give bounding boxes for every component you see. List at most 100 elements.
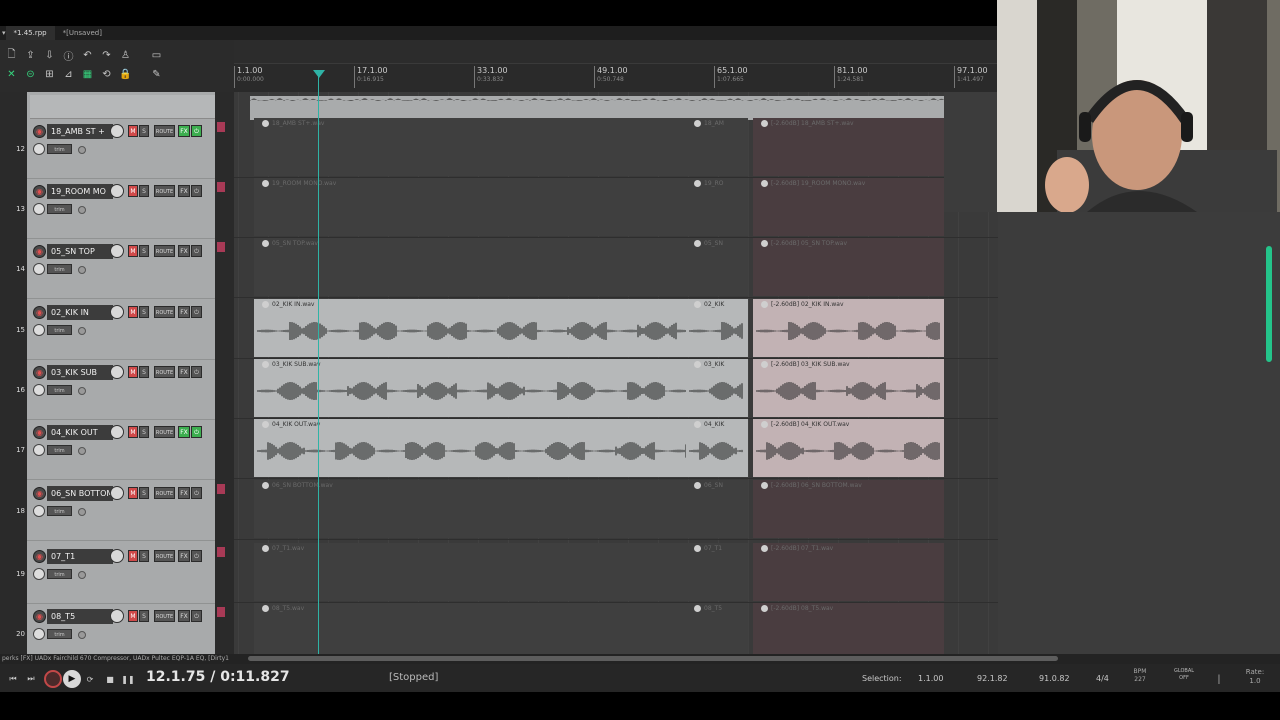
ripple-edit-icon[interactable]: ⊝ — [23, 67, 38, 82]
automation-mode-button[interactable]: trim — [47, 385, 72, 395]
track-header[interactable]: 14 ◉ 05_SN TOP M S ROUTE FX ⏻ trim — [16, 239, 215, 299]
record-arm-button[interactable]: ◉ — [33, 125, 46, 138]
play-button[interactable]: ▶ — [63, 670, 81, 688]
mute-button[interactable]: M — [128, 550, 138, 562]
volume-knob[interactable] — [110, 184, 124, 198]
fx-bypass-button[interactable]: ⏻ — [191, 245, 202, 257]
solo-button[interactable]: S — [139, 487, 149, 499]
media-item[interactable]: 18_AM — [686, 118, 748, 176]
media-item[interactable]: 08_T5 — [686, 603, 748, 654]
media-item[interactable]: 07_T1.wav — [254, 543, 694, 601]
rate-knob-icon[interactable]: │ — [1212, 672, 1226, 686]
metronome-icon[interactable]: ♙ — [118, 48, 133, 63]
project-info-icon[interactable]: ⓘ — [61, 48, 76, 63]
volume-knob[interactable] — [110, 124, 124, 138]
tab-project-2[interactable]: *[Unsaved] — [55, 26, 110, 40]
media-item[interactable]: 19_ROOM MONO.wav — [254, 178, 694, 236]
item-take-icon[interactable] — [694, 120, 701, 127]
media-item[interactable]: [-2.60dB] 19_ROOM MONO.wav — [753, 178, 944, 236]
timeline-ruler[interactable]: 1.1.00 0:00.000 17.1.00 0:16.915 33.1.00 0:33… — [234, 40, 998, 92]
fx-bypass-button[interactable]: ⏻ — [191, 125, 202, 137]
route-button[interactable]: ROUTE — [154, 245, 175, 257]
volume-knob[interactable] — [110, 425, 124, 439]
track-lane[interactable]: 18_AMB ST+.wav 18_AM [-2.60dB] 18_AMB ST+.… — [234, 118, 998, 178]
volume-knob[interactable] — [110, 244, 124, 258]
fx-button[interactable]: FX — [178, 426, 190, 438]
automation-mode-button[interactable]: trim — [47, 629, 72, 639]
fx-bypass-button[interactable]: ⏻ — [191, 426, 202, 438]
selection-end[interactable]: 92.1.82 — [977, 674, 1008, 683]
fx-button[interactable]: FX — [178, 366, 190, 378]
media-item[interactable]: [-2.60dB] 08_T5.wav — [753, 603, 944, 654]
pan-knob[interactable] — [78, 631, 86, 639]
save-project-icon[interactable]: ⇩ — [42, 48, 57, 63]
arrange-empty-area[interactable] — [944, 92, 998, 212]
solo-button[interactable]: S — [139, 366, 149, 378]
fx-bypass-button[interactable]: ⏻ — [191, 487, 202, 499]
track-header[interactable]: 12 ◉ 18_AMB ST + M S ROUTE FX ⏻ trim — [16, 119, 215, 179]
track-name[interactable]: 05_SN TOP — [47, 244, 113, 259]
automation-mode-button[interactable]: trim — [47, 204, 72, 214]
folder-track-header[interactable] — [30, 95, 215, 119]
item-take-icon[interactable] — [262, 180, 269, 187]
media-item[interactable]: 07_T1 — [686, 543, 748, 601]
item-take-icon[interactable] — [694, 180, 701, 187]
item-take-icon[interactable] — [761, 421, 768, 428]
item-take-icon[interactable] — [694, 301, 701, 308]
automation-mode-button[interactable]: trim — [47, 325, 72, 335]
phase-toggle[interactable] — [33, 628, 45, 640]
track-name[interactable]: 07_T1 — [47, 549, 113, 564]
grid-toggle-icon[interactable]: ⊞ — [42, 67, 57, 82]
volume-knob[interactable] — [110, 609, 124, 623]
media-item[interactable]: [-2.60dB] 06_SN BOTTOM.wav — [753, 480, 944, 538]
item-take-icon[interactable] — [694, 421, 701, 428]
item-take-icon[interactable] — [262, 421, 269, 428]
repeat-icon[interactable]: ⟳ — [83, 672, 97, 686]
track-header[interactable]: 19 ◉ 07_T1 M S ROUTE FX ⏻ trim — [16, 544, 215, 604]
media-item[interactable]: 06_SN — [686, 480, 748, 538]
fx-button[interactable]: FX — [178, 487, 190, 499]
item-take-icon[interactable] — [262, 605, 269, 612]
media-item[interactable]: [-2.60dB] 03_KIK SUB.wav — [753, 359, 944, 417]
record-arm-button[interactable]: ◉ — [33, 610, 46, 623]
record-arm-button[interactable]: ◉ — [33, 185, 46, 198]
track-lane[interactable]: 05_SN TOP.wav 05_SN [-2.60dB] 05_SN TOP.wa… — [234, 238, 998, 298]
media-item[interactable]: 02_KIK IN.wav — [254, 299, 694, 357]
record-arm-button[interactable]: ◉ — [33, 306, 46, 319]
volume-knob[interactable] — [110, 365, 124, 379]
fx-button[interactable]: FX — [178, 245, 190, 257]
track-lane[interactable]: 19_ROOM MONO.wav 19_RO [-2.60dB] 19_ROOM M… — [234, 178, 998, 238]
media-item[interactable]: 06_SN BOTTOM.wav — [254, 480, 694, 538]
record-arm-button[interactable]: ◉ — [33, 366, 46, 379]
media-item[interactable]: [-2.60dB] 18_AMB ST+.wav — [753, 118, 944, 176]
time-signature[interactable]: 4/4 — [1096, 674, 1109, 683]
redo-icon[interactable]: ↷ — [99, 48, 114, 63]
item-take-icon[interactable] — [761, 240, 768, 247]
record-arm-button[interactable]: ◉ — [33, 426, 46, 439]
phase-toggle[interactable] — [33, 384, 45, 396]
mute-button[interactable]: M — [128, 306, 138, 318]
phase-toggle[interactable] — [33, 203, 45, 215]
solo-button[interactable]: S — [139, 245, 149, 257]
track-lane[interactable]: 04_KIK OUT.wav 04_KIK [-2.60dB] 04_KIK OUT… — [234, 419, 998, 479]
item-take-icon[interactable] — [694, 361, 701, 368]
solo-button[interactable]: S — [139, 306, 149, 318]
media-item[interactable]: 08_T5.wav — [254, 603, 694, 654]
item-take-icon[interactable] — [262, 301, 269, 308]
track-lane[interactable]: 07_T1.wav 07_T1 [-2.60dB] 07_T1.wav — [234, 543, 998, 603]
item-take-icon[interactable] — [761, 120, 768, 127]
track-lane[interactable]: 02_KIK IN.wav 02_KIK [-2.60dB] 02_KIK IN.w… — [234, 299, 998, 359]
open-project-icon[interactable]: ⇪ — [23, 48, 38, 63]
fx-button[interactable]: FX — [178, 610, 190, 622]
phase-toggle[interactable] — [33, 568, 45, 580]
phase-toggle[interactable] — [33, 143, 45, 155]
media-item[interactable]: 04_KIK — [686, 419, 748, 477]
pan-knob[interactable] — [78, 327, 86, 335]
tab-project-1[interactable]: *1.45.rpp — [5, 26, 55, 40]
track-header[interactable]: 17 ◉ 04_KIK OUT M S ROUTE FX ⏻ trim — [16, 420, 215, 480]
media-item[interactable]: 03_KIK SUB.wav — [254, 359, 694, 417]
media-item[interactable]: 04_KIK OUT.wav — [254, 419, 694, 477]
phase-toggle[interactable] — [33, 324, 45, 336]
media-item[interactable]: 03_KIK — [686, 359, 748, 417]
phase-toggle[interactable] — [33, 505, 45, 517]
